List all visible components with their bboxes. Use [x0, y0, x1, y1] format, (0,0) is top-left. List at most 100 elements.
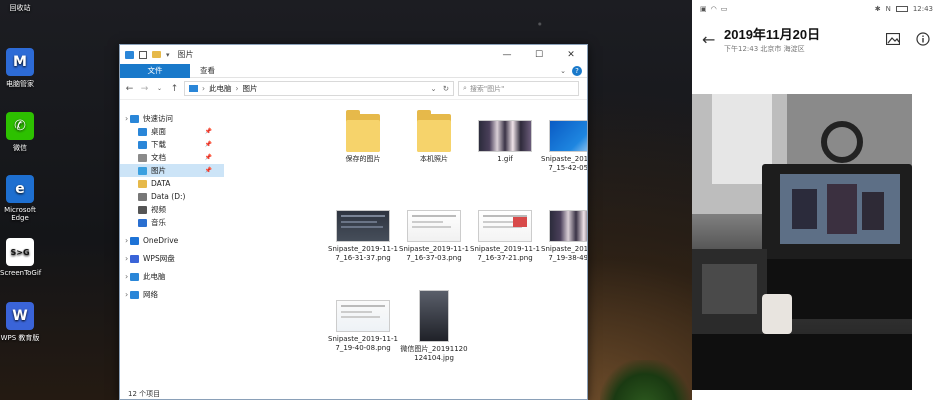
sidebar-item-icon: [138, 218, 147, 227]
photo-date: 2019年11月20日: [724, 27, 821, 42]
desktop-icon-label: 微信: [13, 144, 27, 152]
path-dropdown-icon[interactable]: ⌄: [430, 84, 436, 93]
desktop-icon[interactable]: S>G ScreenToGif: [0, 238, 42, 277]
photo-image[interactable]: [692, 94, 912, 390]
nfc-icon: N: [885, 5, 891, 13]
sidebar-item-icon: [138, 140, 147, 149]
desktop-icon[interactable]: W WPS 教育版: [0, 302, 40, 343]
title-bar: ▾ 图片 — ☐ ✕: [120, 45, 587, 64]
sidebar-item[interactable]: 桌面 📌: [120, 125, 224, 138]
info-icon[interactable]: [915, 31, 931, 47]
image-thumbnail: [478, 120, 532, 152]
sidebar-item[interactable]: 文档 📌: [120, 151, 224, 164]
sidebar-item-label: WPS网盘: [143, 254, 175, 263]
file-name: 1.gif: [497, 155, 513, 163]
image-thumbnail: [419, 290, 449, 342]
explorer-app-icon: [125, 50, 134, 59]
desktop-icon[interactable]: ♻回收站: [0, 0, 40, 13]
folder-item[interactable]: 保存的图片: [328, 110, 398, 164]
file-item[interactable]: Snipaste_2019-11-17_16-31-37.png: [328, 200, 398, 263]
back-arrow-icon[interactable]: ←: [124, 84, 135, 94]
battery-icon: [895, 6, 908, 12]
phone-photo-viewer: ▣ ◠ ▭ ✱ N 12:43 ← 2019年11月20日 下午12:43 北京…: [692, 0, 941, 400]
gallery-icon[interactable]: [885, 31, 901, 47]
breadcrumb-separator: ›: [235, 84, 239, 93]
file-item[interactable]: Snipaste_2019-11-17_19-38-49.png: [541, 200, 587, 263]
file-name: 保存的图片: [345, 155, 381, 163]
sidebar-item-label: 快速访问: [143, 114, 173, 123]
sidebar-item-icon: [130, 290, 139, 299]
desktop-icon[interactable]: ✆ 微信: [0, 112, 40, 153]
file-name: 微信图片_20191120124104.jpg: [400, 345, 468, 362]
search-placeholder: 搜索"图片": [469, 84, 505, 93]
sidebar-item-label: 桌面: [151, 127, 166, 136]
address-path[interactable]: › 此电脑 › 图片 ⌄ ↻: [184, 81, 454, 96]
tab-file[interactable]: 文件: [120, 63, 190, 78]
file-item[interactable]: 1.gif: [470, 110, 540, 164]
photo-time-location: 下午12:43 北京市 海淀区: [724, 45, 805, 53]
file-item[interactable]: Snipaste_2019-11-17_16-37-21.png: [470, 200, 540, 263]
app-icon: W: [6, 302, 34, 330]
search-box[interactable]: ⌕ 搜索"图片": [458, 81, 579, 96]
sidebar-item[interactable]: OneDrive: [120, 234, 224, 247]
sidebar-item-label: 图片: [151, 166, 166, 175]
folder-icon: [346, 110, 380, 152]
sidebar-item[interactable]: WPS网盘: [120, 252, 224, 265]
sidebar-item-icon: [138, 205, 147, 214]
file-item[interactable]: Snipaste_2019-11-17_16-37-03.png: [399, 200, 469, 263]
window-title: 图片: [177, 50, 194, 59]
refresh-icon[interactable]: ↻: [443, 84, 449, 93]
back-arrow-icon[interactable]: ←: [702, 30, 724, 49]
file-item[interactable]: 微信图片_20191120124104.jpg: [399, 290, 469, 363]
sidebar-item[interactable]: 快速访问: [120, 112, 224, 125]
image-thumbnail: [407, 210, 461, 242]
breadcrumb-pictures[interactable]: 图片: [243, 83, 258, 94]
pin-icon: 📌: [204, 167, 212, 174]
pin-icon: 📌: [204, 141, 212, 148]
help-icon[interactable]: ?: [572, 65, 582, 76]
desktop-icon-label: WPS 教育版: [0, 334, 40, 342]
sidebar-item-label: DATA: [151, 179, 171, 188]
recent-locations-icon[interactable]: ⌄: [154, 85, 165, 92]
properties-icon[interactable]: [139, 50, 147, 59]
folder-icon: [417, 110, 451, 152]
file-name: Snipaste_2019-11-17_16-37-21.png: [470, 245, 540, 262]
sidebar-item[interactable]: 此电脑: [120, 270, 224, 283]
sidebar-item[interactable]: Data (D:): [120, 190, 224, 203]
sidebar-item[interactable]: DATA: [120, 177, 224, 190]
file-item[interactable]: Snipaste_2019-11-17_15-42-05.png: [541, 110, 587, 173]
phone-clock: 12:43: [912, 5, 933, 13]
photo-header: ← 2019年11月20日 下午12:43 北京市 海淀区: [692, 18, 941, 60]
sidebar-item-label: OneDrive: [143, 236, 179, 245]
close-button[interactable]: ✕: [555, 45, 587, 64]
file-item[interactable]: Snipaste_2019-11-17_19-40-08.png: [328, 290, 398, 353]
tab-view[interactable]: 查看: [190, 64, 225, 78]
file-explorer-window: ▾ 图片 — ☐ ✕ 文件 主页 共享 查看 ⌄ ? ← → ⌄ ↑ › 此电脑…: [119, 44, 588, 400]
sim-icon: ▣: [700, 5, 707, 13]
sidebar-item[interactable]: 音乐: [120, 216, 224, 229]
up-arrow-icon[interactable]: ↑: [169, 84, 180, 94]
maximize-button[interactable]: ☐: [523, 45, 555, 64]
sidebar-item-label: 文档: [151, 153, 166, 162]
folder-item[interactable]: 本机照片: [399, 110, 469, 164]
file-name: Snipaste_2019-11-17_16-37-03.png: [399, 245, 469, 262]
breadcrumb-this-pc[interactable]: 此电脑: [209, 83, 232, 94]
desktop-icon[interactable]: e Microsoft Edge: [0, 175, 40, 222]
forward-arrow-icon[interactable]: →: [139, 84, 150, 94]
sidebar-item-label: 视频: [151, 205, 166, 214]
desktop-icon[interactable]: M 电脑管家: [0, 48, 40, 89]
ribbon-tabs: 文件 主页 共享 查看 ⌄ ?: [120, 63, 587, 78]
customize-toolbar-icon[interactable]: ▾: [166, 51, 170, 59]
minimize-button[interactable]: —: [491, 45, 523, 64]
sidebar-item[interactable]: 视频: [120, 203, 224, 216]
desktop-icon-label: ScreenToGif: [0, 269, 42, 277]
sidebar-item[interactable]: 图片 📌: [120, 164, 224, 177]
expand-ribbon-icon[interactable]: ⌄: [560, 67, 566, 75]
new-folder-icon[interactable]: [152, 51, 161, 58]
sidebar-item[interactable]: 下载 📌: [120, 138, 224, 151]
sidebar-item[interactable]: 网络: [120, 288, 224, 301]
app-icon: ✆: [6, 112, 34, 140]
navigation-pane: 快速访问桌面 📌 下载 📌 文档 📌 图片 📌 DATA Data (D:) 视频音乐 OneDriv…: [120, 102, 224, 399]
image-thumbnail: [549, 210, 587, 242]
status-bar-count: 12 个项目: [128, 390, 161, 398]
